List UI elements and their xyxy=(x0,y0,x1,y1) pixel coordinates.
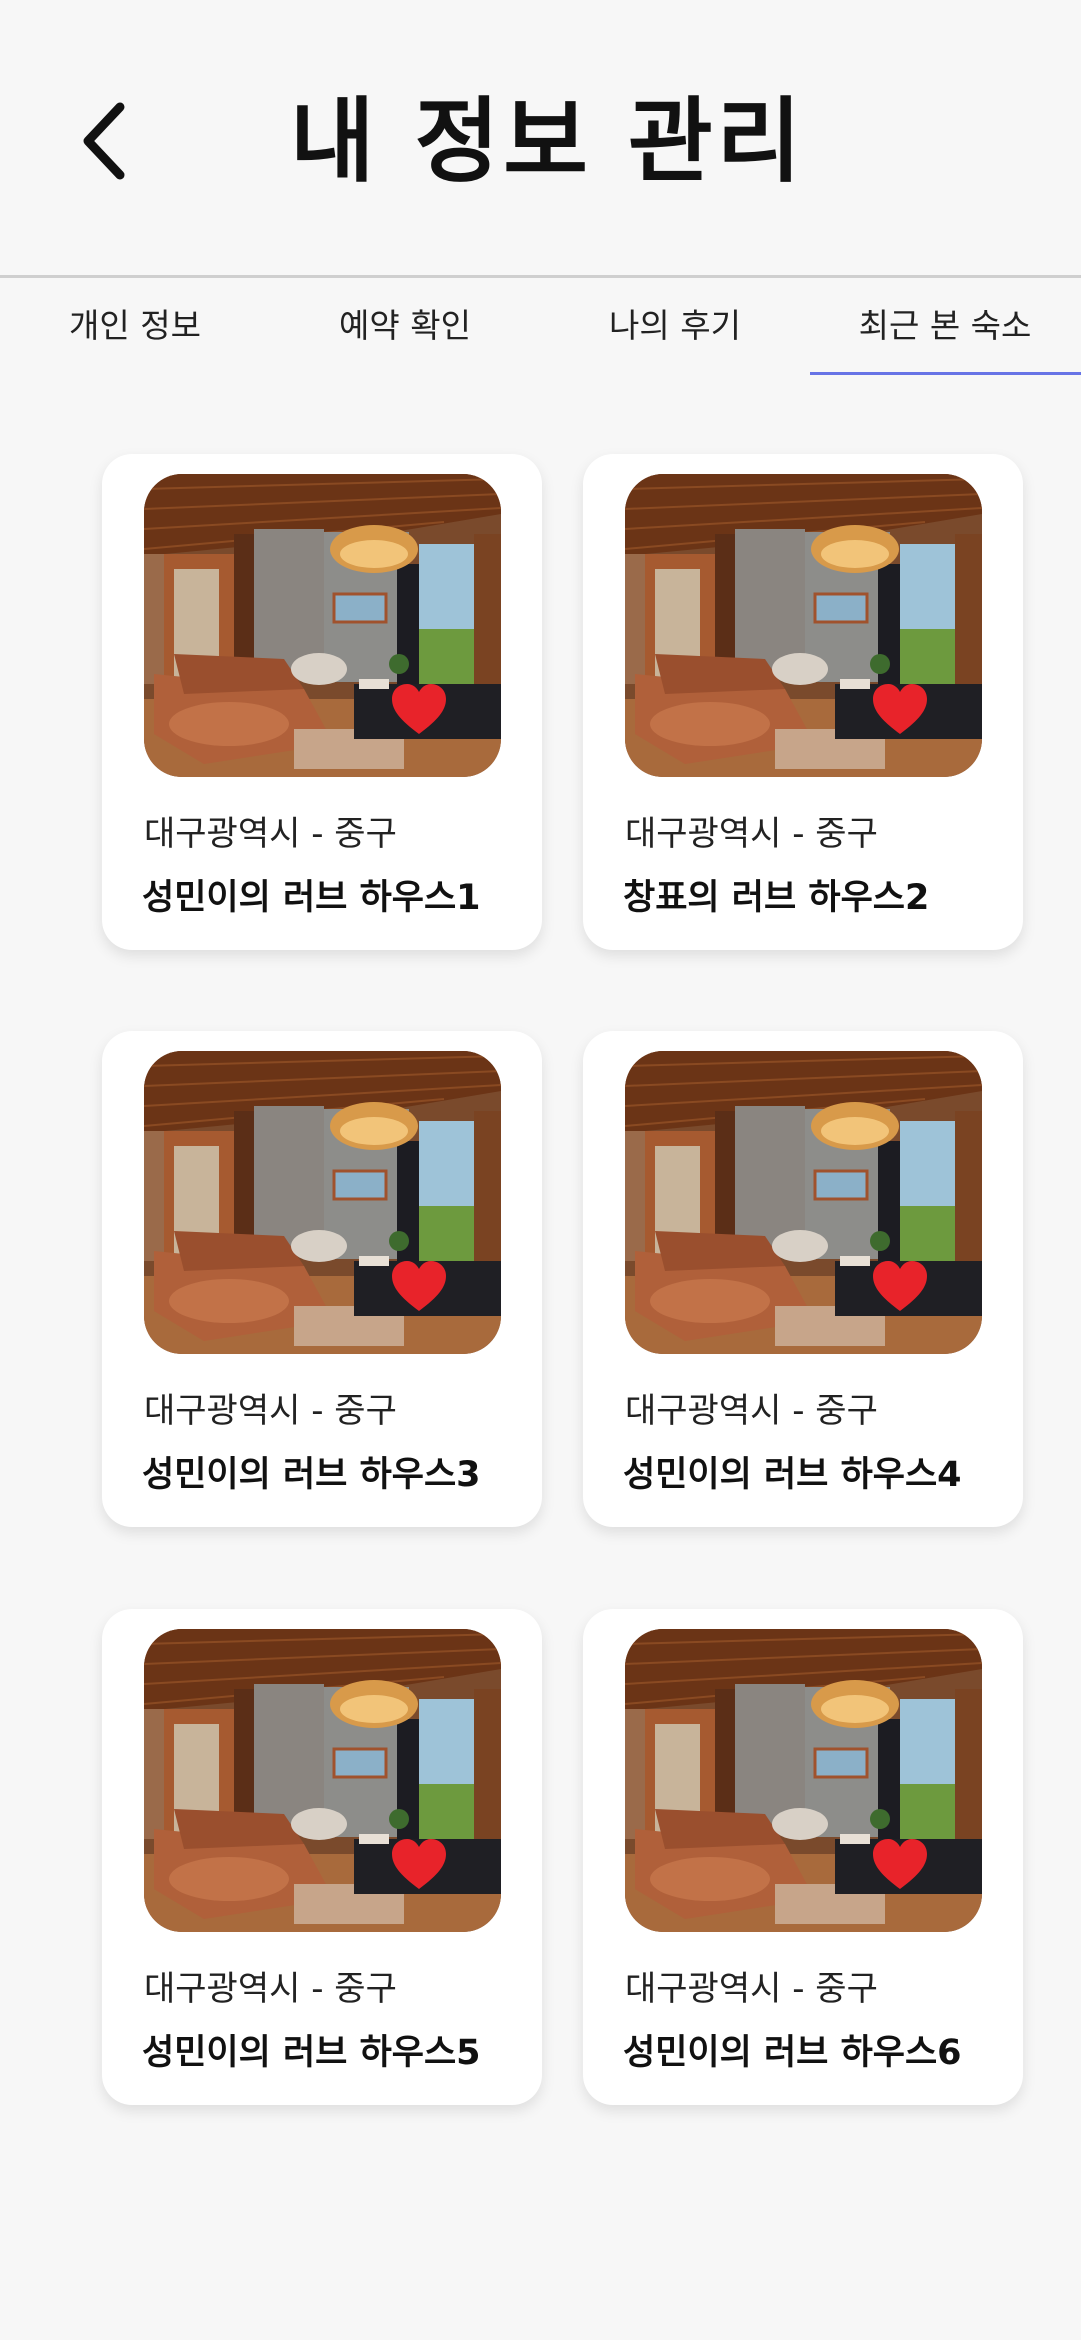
tab-bar: 개인 정보 예약 확인 나의 후기 최근 본 숙소 xyxy=(0,278,1081,378)
listing-location: 대구광역시 - 중구 xyxy=(144,1391,397,1431)
listing-location: 대구광역시 - 중구 xyxy=(144,814,397,854)
heart-icon[interactable] xyxy=(390,1259,448,1313)
listing-card[interactable]: 대구광역시 - 중구 성민이의 러브 하우스3 xyxy=(102,1031,542,1527)
tab-reservations[interactable]: 예약 확인 xyxy=(310,278,500,373)
listing-name: 성민이의 러브 하우스4 xyxy=(623,1455,962,1495)
tab-recently-viewed[interactable]: 최근 본 숙소 xyxy=(840,278,1050,373)
heart-icon[interactable] xyxy=(390,682,448,736)
tab-personal-info[interactable]: 개인 정보 xyxy=(40,278,230,373)
page-title: 내 정보 관리 xyxy=(290,88,806,195)
active-tab-indicator xyxy=(810,372,1081,375)
listing-card[interactable]: 대구광역시 - 중구 성민이의 러브 하우스4 xyxy=(583,1031,1023,1527)
app-header: 내 정보 관리 xyxy=(0,0,1081,275)
listing-location: 대구광역시 - 중구 xyxy=(625,1391,878,1431)
listing-name: 창표의 러브 하우스2 xyxy=(623,878,930,918)
listing-name: 성민이의 러브 하우스3 xyxy=(142,1455,481,1495)
listing-name: 성민이의 러브 하우스1 xyxy=(142,878,481,918)
listing-card[interactable]: 대구광역시 - 중구 성민이의 러브 하우스5 xyxy=(102,1609,542,2105)
listing-card[interactable]: 대구광역시 - 중구 성민이의 러브 하우스1 xyxy=(102,454,542,950)
heart-icon[interactable] xyxy=(871,682,929,736)
listing-location: 대구광역시 - 중구 xyxy=(625,1969,878,2009)
listing-card[interactable]: 대구광역시 - 중구 성민이의 러브 하우스6 xyxy=(583,1609,1023,2105)
back-button[interactable] xyxy=(78,95,148,185)
tab-my-reviews[interactable]: 나의 후기 xyxy=(580,278,770,373)
listing-location: 대구광역시 - 중구 xyxy=(625,814,878,854)
listing-location: 대구광역시 - 중구 xyxy=(144,1969,397,2009)
listing-card[interactable]: 대구광역시 - 중구 창표의 러브 하우스2 xyxy=(583,454,1023,950)
heart-icon[interactable] xyxy=(871,1837,929,1891)
listing-name: 성민이의 러브 하우스6 xyxy=(623,2033,962,2073)
heart-icon[interactable] xyxy=(871,1259,929,1313)
heart-icon[interactable] xyxy=(390,1837,448,1891)
listing-name: 성민이의 러브 하우스5 xyxy=(142,2033,481,2073)
chevron-left-icon xyxy=(83,102,125,180)
